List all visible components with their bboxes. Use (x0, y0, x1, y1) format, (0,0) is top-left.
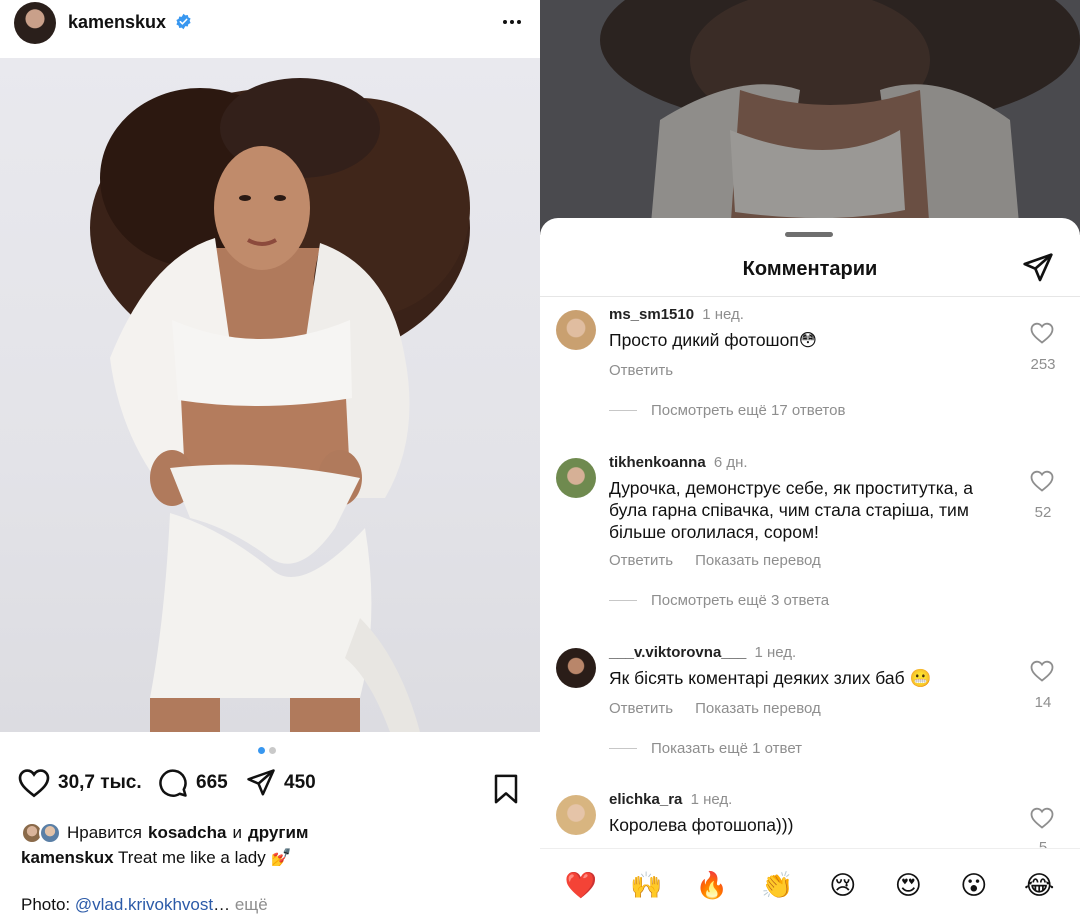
comment-button[interactable]: 665 (158, 768, 228, 798)
send-icon (247, 769, 275, 796)
photo-credit: Photo: @vlad.krivokhvost… ещё (21, 895, 268, 914)
comment-time: 1 нед. (690, 791, 733, 808)
comment-time: 6 дн. (713, 454, 748, 471)
share-button[interactable]: 450 (246, 768, 316, 798)
photographer-link[interactable]: @vlad.krivokhvost (75, 895, 213, 914)
heart-icon[interactable] (1030, 660, 1054, 682)
comment-count: 665 (196, 772, 228, 793)
share-count: 450 (284, 772, 316, 793)
woman-in-white-outfit-image (90, 78, 470, 732)
comment-header: ___v.viktorovna___ 1 нед. (609, 644, 796, 661)
reply-button[interactable]: Ответить (609, 552, 673, 569)
comments-sheet: Комментарии ms_sm1510 1 нед. Просто дики… (540, 218, 1080, 914)
post-header: kamenskux (0, 0, 540, 58)
comment-text: Дурочка, демонструє себе, як проститутка… (609, 478, 973, 542)
instagram-post: kamenskux 30,7 тыс. 665 450 Нравится kos… (0, 0, 540, 914)
post-photo[interactable] (0, 58, 540, 732)
reaction-surprised-emoji[interactable]: 😮 (954, 866, 994, 906)
comment-username[interactable]: ___v.viktorovna___ (609, 644, 746, 661)
caption-ellipsis: … (213, 895, 231, 914)
comment-icon (159, 769, 187, 797)
liked-by-others[interactable]: другим (248, 823, 309, 843)
like-count: 30,7 тыс. (58, 772, 142, 793)
liked-by-joiner: и (232, 823, 242, 842)
avatar[interactable] (556, 648, 596, 688)
reaction-clap-emoji[interactable]: 👏 (757, 866, 797, 906)
comment-header: elichka_ra 1 нед. (609, 791, 732, 808)
divider (540, 296, 1080, 297)
caption-username[interactable]: kamenskux (21, 848, 114, 867)
divider (540, 848, 1080, 849)
more-options-icon[interactable] (498, 8, 526, 36)
comment-header: ms_sm1510 1 нед. (609, 306, 744, 323)
comment-text: Просто дикий фотошоп😳 (609, 330, 818, 350)
avatar[interactable] (556, 795, 596, 835)
reaction-fire-emoji[interactable]: 🔥 (692, 866, 732, 906)
liker-avatar (39, 822, 61, 844)
comment-like-count: 52 (1034, 504, 1052, 521)
post-caption: kamenskux Treat me like a lady 💅 (21, 848, 292, 868)
reaction-crying-emoji[interactable]: 😢 (823, 866, 863, 906)
reaction-heart-eyes-emoji[interactable]: 😍 (888, 866, 928, 906)
bookmark-icon[interactable] (492, 774, 520, 804)
caption-text: Treat me like a lady 💅 (118, 848, 292, 867)
reply-button[interactable]: Ответить (609, 362, 673, 379)
post-actions: 30,7 тыс. 665 450 (0, 768, 540, 808)
avatar[interactable] (556, 310, 596, 350)
view-more-replies[interactable]: Посмотреть ещё 17 ответов (609, 402, 845, 419)
comment-time: 1 нед. (702, 306, 744, 323)
verified-badge-icon (176, 13, 191, 30)
comment-username[interactable]: tikhenkoanna (609, 454, 706, 471)
liked-by-line[interactable]: Нравится kosadcha и другим (21, 822, 308, 844)
carousel-indicator (258, 747, 276, 754)
comment-like-count: 253 (1030, 356, 1056, 373)
view-more-replies[interactable]: Показать ещё 1 ответ (609, 740, 802, 757)
comment-username[interactable]: elichka_ra (609, 791, 682, 808)
comment-username[interactable]: ms_sm1510 (609, 306, 694, 323)
comment-text: Як бісять коментарі деяких злих баб 😬 (609, 668, 932, 688)
reaction-laughing-emoji[interactable]: 😂 (1019, 866, 1059, 906)
carousel-dot-active (258, 747, 265, 754)
caption-more-link[interactable]: ещё (235, 895, 268, 914)
heart-icon[interactable] (1030, 470, 1054, 492)
reaction-raised-hands-emoji[interactable]: 🙌 (626, 866, 666, 906)
heart-icon[interactable] (1030, 322, 1054, 344)
view-more-replies[interactable]: Посмотреть ещё 3 ответа (609, 592, 829, 609)
heart-icon (18, 769, 50, 798)
liked-by-prefix: Нравится (67, 823, 143, 842)
comment-actions: Ответить Показать перевод (609, 552, 821, 569)
carousel-dot (269, 747, 276, 754)
comments-screen: Комментарии ms_sm1510 1 нед. Просто дики… (540, 0, 1080, 914)
liked-by-user[interactable]: kosadcha (148, 823, 226, 843)
avatar[interactable] (14, 2, 56, 44)
photo-credit-prefix: Photo: (21, 895, 71, 914)
comment-like-count: 14 (1034, 694, 1052, 711)
comment-header: tikhenkoanna 6 дн. (609, 454, 748, 471)
comment-actions: Ответить Показать перевод (609, 700, 821, 717)
dimmed-post-photo (540, 0, 1080, 235)
quick-reactions-bar: ❤️ 🙌 🔥 👏 😢 😍 😮 😂 (540, 866, 1080, 906)
translate-button[interactable]: Показать перевод (695, 552, 821, 569)
reply-button[interactable]: Ответить (609, 700, 673, 717)
avatar[interactable] (556, 458, 596, 498)
comment-text: Королева фотошопа))) (609, 815, 794, 835)
sheet-drag-handle[interactable] (785, 232, 833, 237)
reaction-heart-emoji[interactable]: ❤️ (561, 866, 601, 906)
like-button[interactable]: 30,7 тыс. (18, 768, 142, 798)
comment-time: 1 нед. (754, 644, 797, 661)
heart-icon[interactable] (1030, 807, 1054, 829)
comments-title: Комментарии (742, 258, 878, 280)
send-icon[interactable] (1022, 252, 1054, 284)
comment-actions: Ответить (609, 362, 673, 379)
post-username[interactable]: kamenskux (68, 12, 166, 33)
dimmed-photo-image (600, 0, 1080, 235)
translate-button[interactable]: Показать перевод (695, 700, 821, 717)
